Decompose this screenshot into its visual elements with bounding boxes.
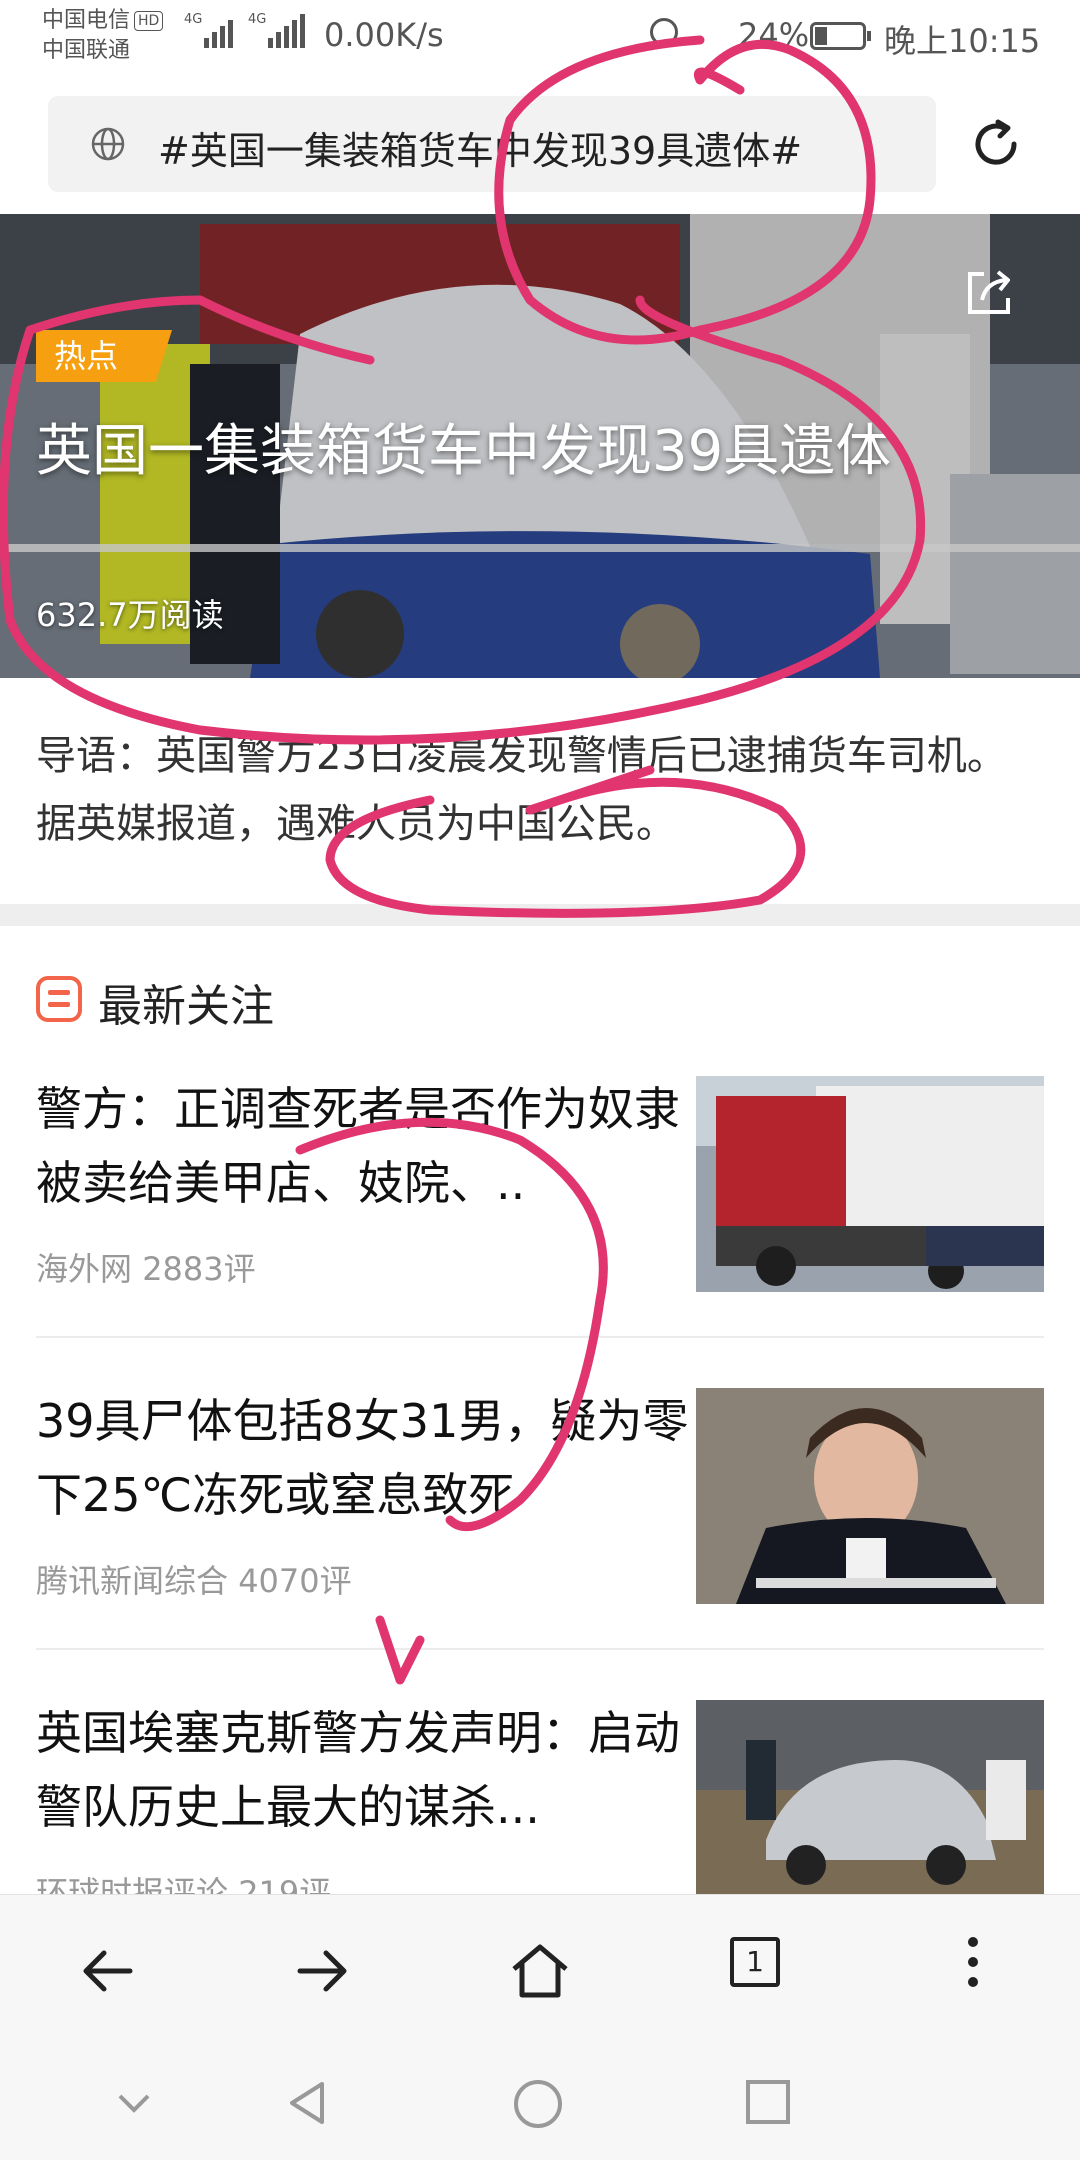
nav-home-icon[interactable] — [512, 2078, 564, 2130]
battery-icon — [810, 22, 871, 50]
alarm-icon — [650, 18, 678, 46]
url-text[interactable]: #英国一集装箱货车中发现39具遗体# — [158, 120, 802, 175]
news-title[interactable]: 39具尸体包括8女31男，疑为零下25℃冻死或窒息致死 — [36, 1384, 696, 1532]
news-thumbnail[interactable] — [696, 1388, 1044, 1604]
network-2-label: 4G — [248, 12, 267, 27]
url-bar[interactable]: #英国一集装箱货车中发现39具遗体# — [48, 96, 936, 192]
news-comments: 4070评 — [238, 1562, 352, 1600]
back-arrow-icon[interactable] — [76, 1939, 140, 2003]
news-source: 环球时报评论 — [36, 1874, 229, 1894]
network-speed: 0.00K/s — [324, 16, 444, 54]
browser-toolbar: 1 — [0, 1894, 1080, 2043]
news-source: 海外网 — [36, 1250, 133, 1288]
network-1-label: 4G — [184, 12, 203, 27]
status-bar: 中国电信 HD 中国联通 4G 4G 0.00K/s 24% 晚上10:15 — [0, 0, 1080, 80]
globe-icon — [91, 127, 125, 161]
nav-back-icon[interactable] — [282, 2078, 332, 2128]
carrier-2: 中国联通 — [42, 38, 131, 63]
news-item[interactable]: 英国埃塞克斯警方发声明：启动警队历史上最大的谋杀... 环球时报评论 219评 — [0, 1696, 1080, 1894]
signal-1-icon: 4G — [184, 12, 233, 48]
news-title[interactable]: 警方：正调查死者是否作为奴隶 被卖给美甲店、妓院、.. — [36, 1072, 696, 1220]
system-nav-bar — [0, 2042, 1080, 2160]
news-source: 腾讯新闻综合 — [36, 1562, 229, 1600]
news-thumbnail[interactable] — [696, 1700, 1044, 1894]
share-icon[interactable] — [960, 264, 1018, 322]
news-comments: 219评 — [238, 1874, 332, 1894]
row-separator — [36, 1336, 1044, 1338]
signal-2-icon: 4G — [248, 12, 305, 48]
news-item[interactable]: 39具尸体包括8女31男，疑为零下25℃冻死或窒息致死 腾讯新闻综合 4070评 — [0, 1384, 1080, 1696]
tab-count-button[interactable]: 1 — [730, 1937, 780, 1987]
nav-recents-icon[interactable] — [744, 2078, 792, 2126]
news-thumbnail[interactable] — [696, 1076, 1044, 1292]
news-comments: 2883评 — [142, 1250, 256, 1288]
read-count: 632.7万阅读 — [36, 596, 224, 634]
hero-banner[interactable]: 热点 英国一集装箱货车中发现39具遗体 632.7万阅读 — [0, 214, 1080, 678]
row-separator — [36, 1648, 1044, 1650]
section-title: 最新关注 — [98, 981, 274, 1032]
more-menu-icon[interactable] — [966, 1937, 980, 1997]
home-icon[interactable] — [508, 1939, 572, 2003]
summary-text: 导语：英国警方23日凌晨发现警情后已逮捕货车司机。据英媒报道，遇难人员为中国公民… — [36, 733, 1007, 847]
hd-badge: HD — [134, 11, 164, 31]
collapse-chevron-icon[interactable] — [110, 2078, 158, 2126]
battery-percent: 24% — [738, 16, 810, 54]
hot-tag: 热点 — [36, 330, 172, 382]
news-list-icon — [36, 976, 82, 1022]
carrier-labels: 中国电信 HD 中国联通 — [42, 6, 164, 66]
refresh-icon[interactable] — [966, 114, 1026, 174]
hero-title[interactable]: 英国一集装箱货车中发现39具遗体 — [36, 410, 896, 494]
section-divider — [0, 904, 1080, 926]
carrier-1: 中国电信 — [42, 8, 131, 33]
clock: 晚上10:15 — [884, 22, 1041, 60]
news-title[interactable]: 英国埃塞克斯警方发声明：启动警队历史上最大的谋杀... — [36, 1696, 696, 1844]
news-meta: 海外网 2883评 — [36, 1244, 256, 1290]
news-meta: 环球时报评论 219评 — [36, 1868, 331, 1894]
forward-arrow-icon[interactable] — [290, 1939, 354, 2003]
news-meta: 腾讯新闻综合 4070评 — [36, 1556, 352, 1602]
news-item[interactable]: 警方：正调查死者是否作为奴隶 被卖给美甲店、妓院、.. 海外网 2883评 — [0, 1072, 1080, 1384]
